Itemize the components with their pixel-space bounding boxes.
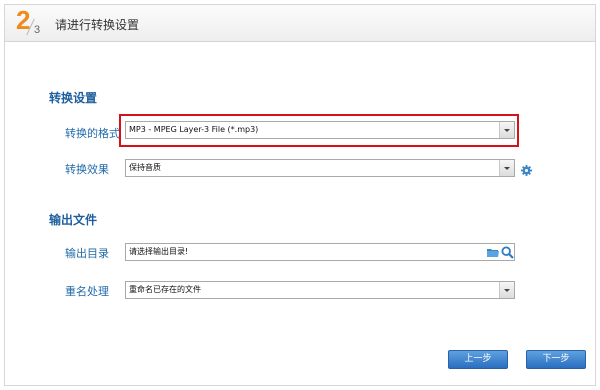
folder-icon[interactable]: [487, 248, 499, 258]
rename-select[interactable]: 重命名已存在的文件: [125, 281, 515, 299]
rename-select-value: 重命名已存在的文件: [129, 285, 201, 294]
rename-label: 重名处理: [65, 285, 109, 298]
format-highlight-box: [119, 114, 519, 147]
previous-step-button[interactable]: 上一步: [448, 350, 508, 369]
search-icon[interactable]: [501, 246, 514, 259]
page-title: 请进行转换设置: [55, 18, 140, 32]
section-title-output: 输出文件: [49, 213, 98, 227]
section-title-conversion: 转换设置: [49, 91, 98, 105]
wizard-header: 2 3 请进行转换设置: [5, 5, 595, 42]
converter-dialog: 2 3 请进行转换设置 转换设置 转换的格式 MP3 - MPEG Layer-…: [4, 4, 596, 386]
format-label: 转换的格式: [65, 127, 120, 140]
effect-select-value: 保持音质: [129, 163, 161, 172]
chevron-down-icon[interactable]: [499, 160, 514, 176]
gear-icon[interactable]: [521, 165, 532, 176]
output-directory-value: 请选择输出目录!: [129, 247, 189, 256]
step-total-number: 3: [34, 24, 41, 36]
next-step-button[interactable]: 下一步: [526, 350, 586, 369]
chevron-down-icon[interactable]: [499, 282, 514, 298]
effect-select[interactable]: 保持音质: [125, 159, 515, 177]
output-directory-label: 输出目录: [65, 247, 109, 260]
effect-label: 转换效果: [65, 163, 109, 176]
output-directory-field[interactable]: 请选择输出目录!: [125, 243, 515, 261]
